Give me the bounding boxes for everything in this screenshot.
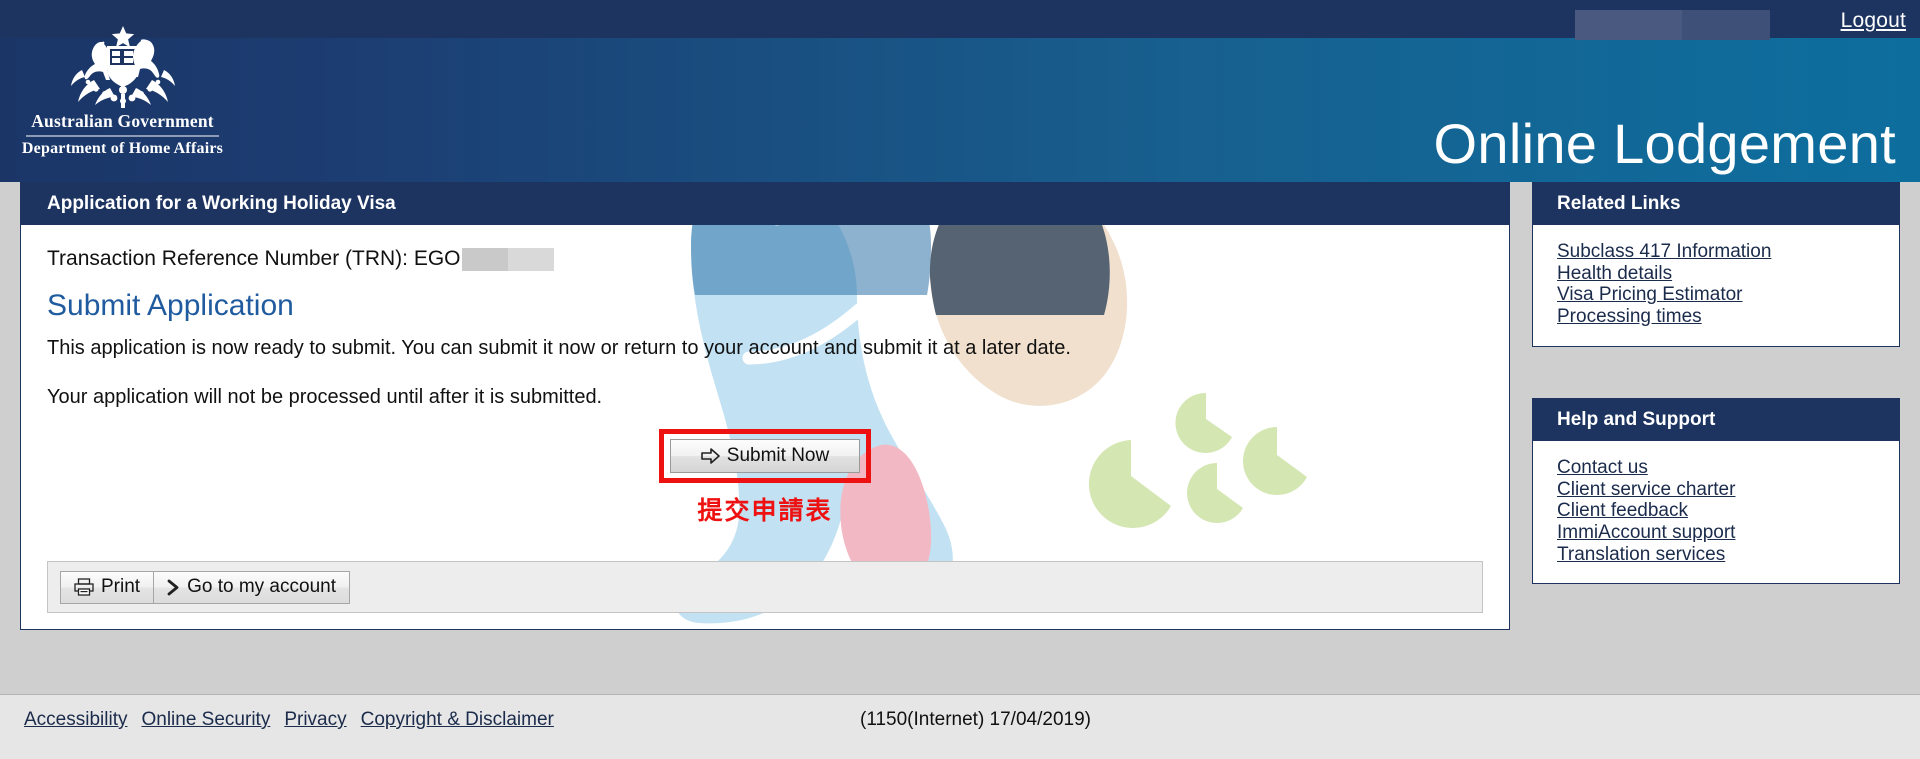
help-link-client-feedback[interactable]: Client feedback	[1557, 500, 1875, 522]
related-link-subclass-417[interactable]: Subclass 417 Information	[1557, 241, 1875, 263]
section-heading: Submit Application	[47, 289, 294, 322]
footer-link-online-security[interactable]: Online Security	[141, 709, 270, 731]
help-and-support-title: Help and Support	[1533, 399, 1899, 441]
submit-annotation-chinese: 提交申請表	[697, 497, 833, 525]
chevron-right-icon	[167, 579, 179, 595]
footer-links: Accessibility Online Security Privacy Co…	[24, 709, 554, 731]
warning-paragraph: Your application will not be processed u…	[47, 386, 603, 408]
footer-link-privacy[interactable]: Privacy	[284, 709, 346, 731]
crest-divider	[26, 135, 219, 137]
logout-link[interactable]: Logout	[1841, 9, 1906, 33]
footer-link-accessibility[interactable]: Accessibility	[24, 709, 127, 731]
footer-build-info: (1150(Internet) 17/04/2019)	[860, 709, 1091, 730]
application-panel: Application for a Working Holiday Visa T…	[20, 182, 1510, 630]
trn-redacted-value	[461, 247, 554, 271]
related-links-title: Related Links	[1533, 183, 1899, 225]
go-to-my-account-label: Go to my account	[187, 576, 336, 597]
help-link-contact-us[interactable]: Contact us	[1557, 457, 1875, 479]
transaction-reference-number: Transaction Reference Number (TRN): EGO	[47, 247, 1483, 271]
printer-icon	[74, 578, 94, 596]
help-link-translation-services[interactable]: Translation services	[1557, 544, 1875, 566]
crest-line-department: Department of Home Affairs	[21, 140, 224, 157]
related-links-list: Subclass 417 Information Health details …	[1533, 225, 1899, 346]
site-header: Logout Australian Government Department …	[0, 0, 1920, 182]
panel-toolbar: Print Go to my account	[47, 561, 1483, 613]
submit-highlight-annotation	[659, 429, 871, 483]
help-link-immiaccount-support[interactable]: ImmiAccount support	[1557, 522, 1875, 544]
coat-of-arms-icon	[70, 26, 175, 108]
crest-line-government: Australian Government	[31, 111, 214, 131]
trn-label: Transaction Reference Number (TRN): EGO	[47, 247, 461, 270]
page-title: Online Lodgement	[1433, 112, 1896, 175]
panel-title: Application for a Working Holiday Visa	[21, 183, 1509, 225]
help-and-support-list: Contact us Client service charter Client…	[1533, 441, 1899, 583]
go-to-my-account-button[interactable]: Go to my account	[154, 570, 350, 604]
related-link-processing-times[interactable]: Processing times	[1557, 306, 1875, 328]
site-footer: Accessibility Online Security Privacy Co…	[0, 694, 1920, 759]
print-label: Print	[101, 576, 141, 597]
intro-paragraph: This application is now ready to submit.…	[47, 337, 1071, 359]
help-and-support-box: Help and Support Contact us Client servi…	[1532, 398, 1900, 585]
submit-area: Submit Now 提交申請表	[659, 429, 871, 525]
panel-content: Transaction Reference Number (TRN): EGO …	[21, 247, 1509, 525]
footer-link-copyright-disclaimer[interactable]: Copyright & Disclaimer	[361, 709, 554, 731]
help-link-client-service-charter[interactable]: Client service charter	[1557, 479, 1875, 501]
related-link-health-details[interactable]: Health details	[1557, 263, 1875, 285]
australian-government-crest: Australian Government Department of Home…	[20, 22, 225, 158]
print-button[interactable]: Print	[60, 570, 155, 604]
redacted-username-field	[1575, 10, 1770, 40]
page-body: Application for a Working Holiday Visa T…	[0, 182, 1920, 694]
related-links-box: Related Links Subclass 417 Information H…	[1532, 182, 1900, 347]
related-link-visa-pricing-estimator[interactable]: Visa Pricing Estimator	[1557, 284, 1875, 306]
